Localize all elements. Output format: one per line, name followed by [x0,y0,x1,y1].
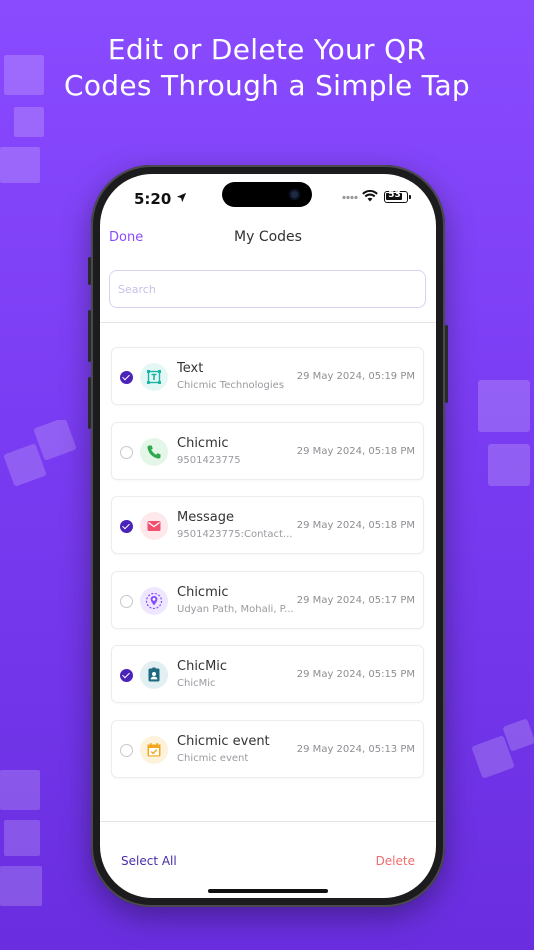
signal-icon [342,195,358,200]
bottom-action-bar: Select All Delete [100,830,436,898]
code-title: Chicmic [177,585,229,600]
code-subtitle: 9501423775 [177,455,241,466]
code-list-item[interactable]: Text Chicmic Technologies 29 May 2024, 05:… [111,347,424,405]
page-title: My Codes [234,229,302,245]
code-list-item[interactable]: Chicmic Udyan Path, Mohali, P... 29 May 20… [111,571,424,629]
checkbox-checked[interactable] [120,371,133,384]
headline-line-2: Codes Through a Simple Tap [64,69,470,102]
status-time: 5:20 [134,190,172,208]
phone-frame: 5:20 53 Done My Codes Search Text Chicmi… [88,165,448,907]
qr-decoration-icon [0,770,42,906]
code-title: Chicmic [177,436,229,451]
delete-button[interactable]: Delete [376,854,415,868]
code-date: 29 May 2024, 05:19 PM [296,371,415,382]
location-arrow-icon [176,192,187,203]
code-title: ChicMic [177,659,228,674]
code-list-item[interactable]: Chicmic 9501423775 29 May 2024, 05:18 PM [111,422,424,480]
home-indicator[interactable] [208,889,328,893]
search-field[interactable] [109,270,426,308]
location-icon [140,587,168,615]
phone-volume-down-button [88,377,91,429]
search-input[interactable] [110,271,425,307]
checkbox-checked[interactable] [120,669,133,682]
qr-decoration-icon [478,380,530,486]
code-title: Chicmic event [177,734,270,749]
code-subtitle: ChicMic [177,678,216,689]
checkbox-unchecked[interactable] [120,744,133,757]
code-date: 29 May 2024, 05:13 PM [296,744,415,755]
code-subtitle: Chicmic Technologies [177,380,285,391]
qr-decoration-icon [4,420,76,486]
code-list-item[interactable]: ChicMic ChicMic 29 May 2024, 05:15 PM [111,645,424,703]
contact-icon [140,661,168,689]
code-subtitle: Udyan Path, Mohali, P... [177,604,294,615]
checkbox-unchecked[interactable] [120,595,133,608]
message-icon [140,512,168,540]
code-list-item[interactable]: Message 9501423775:Contact... 29 May 2024,… [111,496,424,554]
select-all-button[interactable]: Select All [121,854,177,868]
promo-headline: Edit or Delete Your QR Codes Through a S… [0,32,534,104]
navigation-bar: Done My Codes [100,222,436,252]
phone-icon [140,438,168,466]
phone-power-button [445,325,448,403]
header-divider [100,322,436,323]
code-title: Text [177,361,204,376]
code-date: 29 May 2024, 05:18 PM [296,520,415,531]
phone-volume-up-button [88,310,91,362]
code-list-item[interactable]: Chicmic event Chicmic event 29 May 2024, 0… [111,720,424,778]
code-date: 29 May 2024, 05:15 PM [296,669,415,680]
code-date: 29 May 2024, 05:18 PM [296,446,415,457]
code-subtitle: Chicmic event [177,753,249,764]
wifi-icon [362,190,378,202]
checkbox-unchecked[interactable] [120,446,133,459]
battery-icon: 53 [384,190,411,203]
phone-side-button [88,257,91,285]
app-screen: 5:20 53 Done My Codes Search Text Chicmi… [100,174,436,898]
text-icon [140,363,168,391]
code-subtitle: 9501423775:Contact... [177,529,293,540]
calendar-icon [140,736,168,764]
code-date: 29 May 2024, 05:17 PM [296,595,415,606]
camera-icon [289,189,300,200]
checkbox-checked[interactable] [120,520,133,533]
footer-divider [100,821,436,822]
battery-level: 53 [388,190,401,200]
headline-line-1: Edit or Delete Your QR [107,33,427,66]
dynamic-island [222,182,312,207]
qr-decoration-icon [472,719,534,778]
code-title: Message [177,510,234,525]
status-bar: 5:20 53 [100,174,436,214]
